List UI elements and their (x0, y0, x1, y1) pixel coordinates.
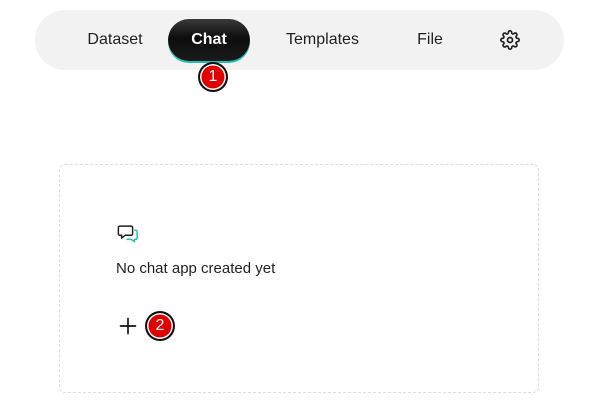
plus-icon (119, 317, 137, 335)
nav-tab-templates[interactable]: Templates (265, 19, 380, 61)
gear-icon (500, 30, 520, 50)
empty-state-card (59, 164, 539, 393)
step-badge-2: 2 (145, 311, 175, 341)
settings-button[interactable] (490, 19, 530, 61)
nav-tab-chat[interactable]: Chat (168, 19, 250, 61)
nav-tab-dataset[interactable]: Dataset (60, 19, 170, 61)
step-badge-1: 1 (198, 62, 228, 92)
chat-page: Dataset Chat Templates File 1 No chat ap… (0, 0, 599, 406)
empty-state-message: No chat app created yet (116, 260, 276, 277)
nav-tab-file[interactable]: File (395, 19, 465, 61)
add-chat-button[interactable] (116, 314, 140, 338)
chat-bubbles-icon (117, 225, 138, 243)
top-navigation: Dataset Chat Templates File (35, 10, 564, 70)
